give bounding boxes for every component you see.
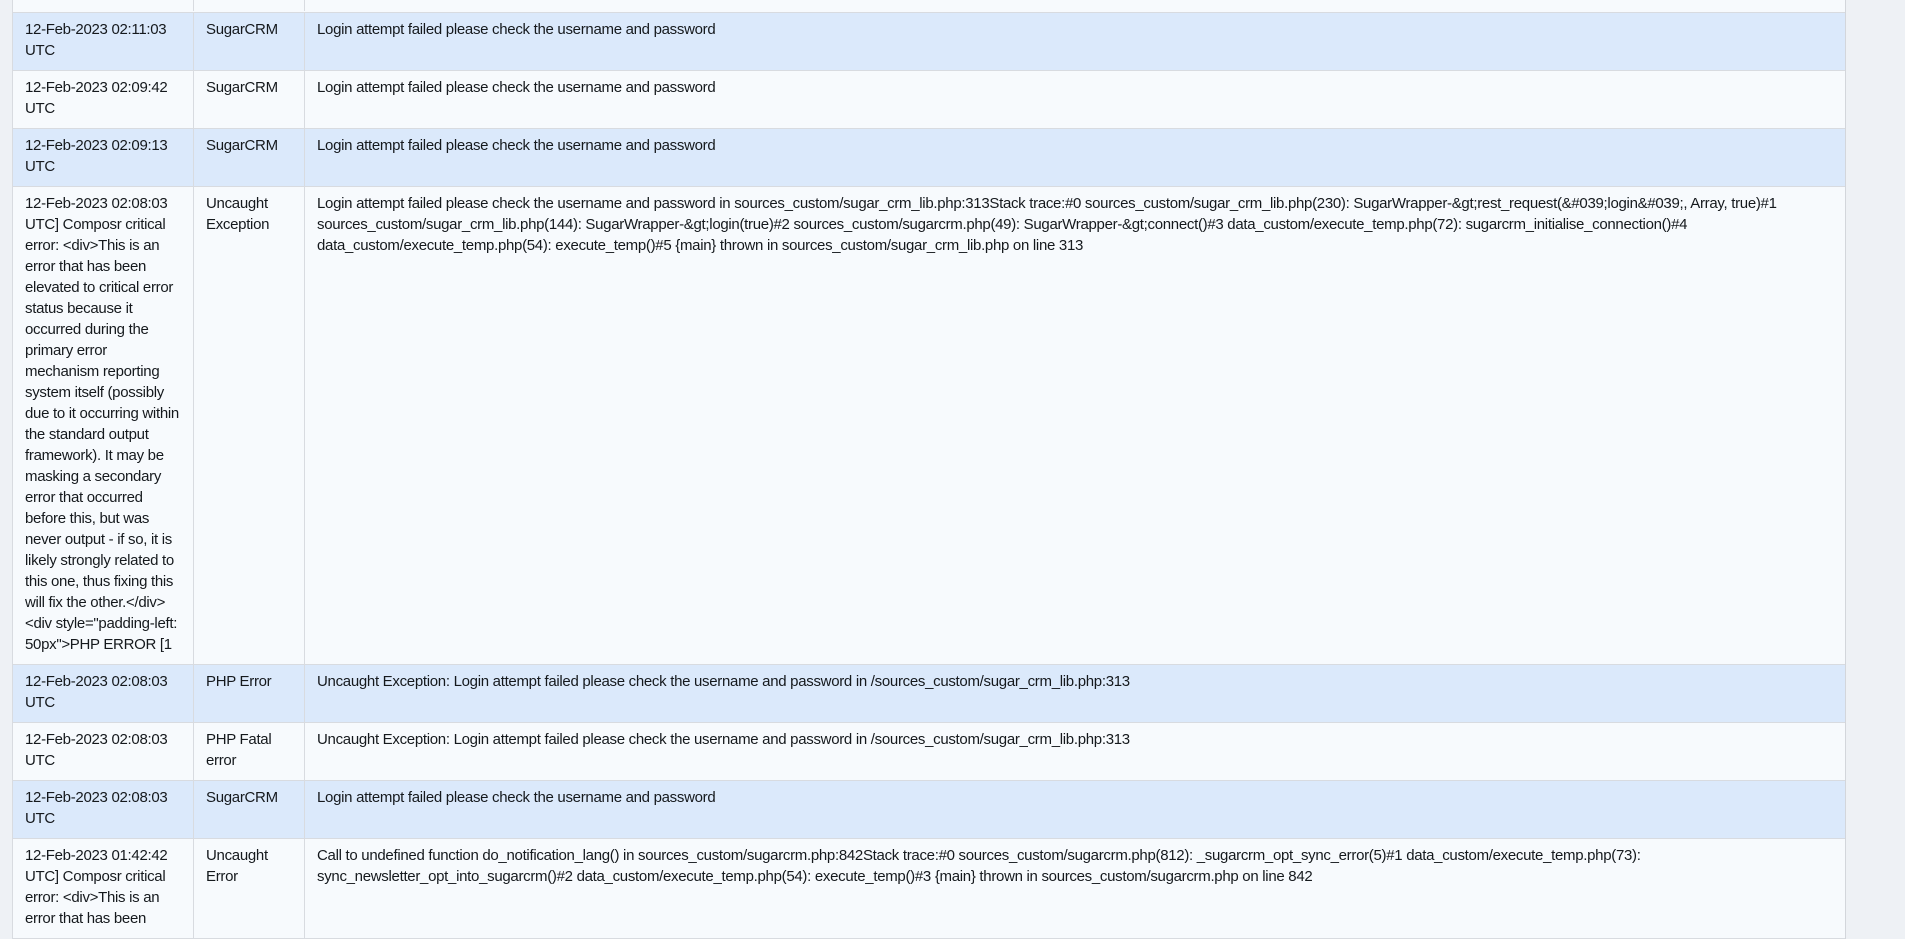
log-message-cell: Login attempt failed please check the us… bbox=[305, 781, 1845, 838]
log-type-cell: Uncaught Error bbox=[194, 839, 305, 938]
log-row: 12-Feb-2023 02:08:03 UTC SugarCRM Login … bbox=[13, 781, 1845, 839]
log-timestamp-cell: 12-Feb-2023 01:42:42 UTC] Composr critic… bbox=[13, 839, 194, 938]
log-type-cell: SugarCRM bbox=[194, 781, 305, 838]
log-message-cell: Call to undefined function do_notificati… bbox=[305, 839, 1845, 938]
log-message-cell: Uncaught Exception: Login attempt failed… bbox=[305, 665, 1845, 722]
log-timestamp-cell: 12-Feb-2023 02:11:03 UTC bbox=[13, 13, 194, 70]
log-row: 12-Feb-2023 02:08:03 UTC] Composr critic… bbox=[13, 187, 1845, 665]
error-log-table: UTC 12-Feb-2023 02:11:03 UTC SugarCRM Lo… bbox=[12, 0, 1846, 939]
log-type-cell: SugarCRM bbox=[194, 129, 305, 186]
log-timestamp-cell: 12-Feb-2023 02:08:03 UTC bbox=[13, 665, 194, 722]
log-type-cell: SugarCRM bbox=[194, 71, 305, 128]
log-timestamp-cell: UTC bbox=[13, 0, 194, 11]
log-type-cell: Uncaught Exception bbox=[194, 187, 305, 664]
log-timestamp-cell: 12-Feb-2023 02:08:03 UTC] Composr critic… bbox=[13, 187, 194, 664]
log-row: 12-Feb-2023 02:09:42 UTC SugarCRM Login … bbox=[13, 71, 1845, 129]
log-message-cell: Login attempt failed please check the us… bbox=[305, 71, 1845, 128]
log-timestamp-cell: 12-Feb-2023 02:09:13 UTC bbox=[13, 129, 194, 186]
log-timestamp-cell: 12-Feb-2023 02:08:03 UTC bbox=[13, 781, 194, 838]
log-message-cell bbox=[305, 0, 1845, 11]
log-row: 12-Feb-2023 02:08:03 UTC PHP Fatal error… bbox=[13, 723, 1845, 781]
log-message-cell: Login attempt failed please check the us… bbox=[305, 13, 1845, 70]
log-timestamp-cell: 12-Feb-2023 02:08:03 UTC bbox=[13, 723, 194, 780]
log-type-cell: PHP Error bbox=[194, 665, 305, 722]
log-row: 12-Feb-2023 02:08:03 UTC PHP Error Uncau… bbox=[13, 665, 1845, 723]
log-message-cell: Login attempt failed please check the us… bbox=[305, 187, 1845, 664]
clipped-timestamp-text: UTC bbox=[25, 0, 183, 6]
log-timestamp-cell: 12-Feb-2023 02:09:42 UTC bbox=[13, 71, 194, 128]
log-row: 12-Feb-2023 02:09:13 UTC SugarCRM Login … bbox=[13, 129, 1845, 187]
log-type-cell: SugarCRM bbox=[194, 13, 305, 70]
log-row-partial: UTC bbox=[13, 0, 1845, 13]
log-message-cell: Uncaught Exception: Login attempt failed… bbox=[305, 723, 1845, 780]
log-type-cell bbox=[194, 0, 305, 11]
log-row: 12-Feb-2023 01:42:42 UTC] Composr critic… bbox=[13, 839, 1845, 939]
log-message-cell: Login attempt failed please check the us… bbox=[305, 129, 1845, 186]
log-type-cell: PHP Fatal error bbox=[194, 723, 305, 780]
log-row: 12-Feb-2023 02:11:03 UTC SugarCRM Login … bbox=[13, 13, 1845, 71]
